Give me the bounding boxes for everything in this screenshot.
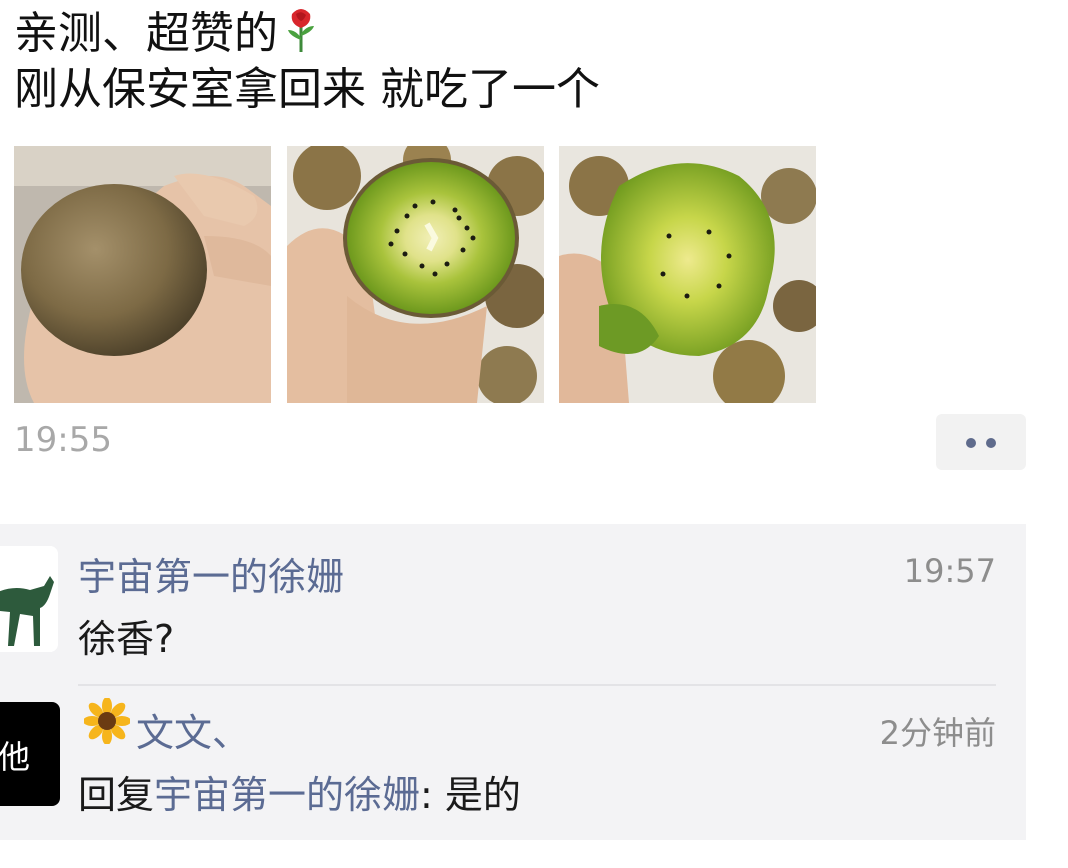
post-time: 19:55: [14, 420, 112, 460]
avatar-text: 他: [0, 738, 31, 776]
more-dot-icon: [986, 438, 996, 448]
avatar[interactable]: 他: [0, 702, 60, 806]
comment-reply: 回复宇宙第一的徐姗: 是的: [78, 764, 521, 819]
comment-text: 是的: [444, 773, 521, 817]
post-line-1-text: 亲测、超赞的: [14, 8, 278, 59]
rose-icon: [288, 9, 314, 52]
post-text: 亲测、超赞的 刚从保安室拿回来 就吃了一个: [14, 6, 600, 118]
sunflower-icon: [84, 698, 130, 744]
comment-section: 宇宙第一的徐姗 19:57 徐香? 他 文文、 2分钟前 回复宇宙第一的徐姗: …: [0, 524, 1026, 840]
kiwi-eaten-photo[interactable]: [559, 146, 816, 403]
comment-item[interactable]: 他 文文、 2分钟前 回复宇宙第一的徐姗: 是的: [0, 524, 1026, 817]
post-line-2: 刚从保安室拿回来 就吃了一个: [14, 64, 600, 115]
kiwi-halved-photo[interactable]: [287, 146, 544, 403]
post-line-1: 亲测、超赞的: [14, 6, 600, 62]
more-dot-icon: [966, 438, 976, 448]
comment-time: 2分钟前: [879, 714, 996, 752]
kiwi-whole-in-hand-photo[interactable]: [14, 146, 271, 403]
reply-separator: :: [420, 773, 445, 817]
reply-prefix: 回复: [78, 773, 155, 817]
reply-target-link[interactable]: 宇宙第一的徐姗: [154, 773, 420, 817]
comment-divider: [78, 684, 996, 686]
comment-author[interactable]: 文文、: [136, 702, 250, 757]
more-actions-button[interactable]: [936, 414, 1026, 470]
